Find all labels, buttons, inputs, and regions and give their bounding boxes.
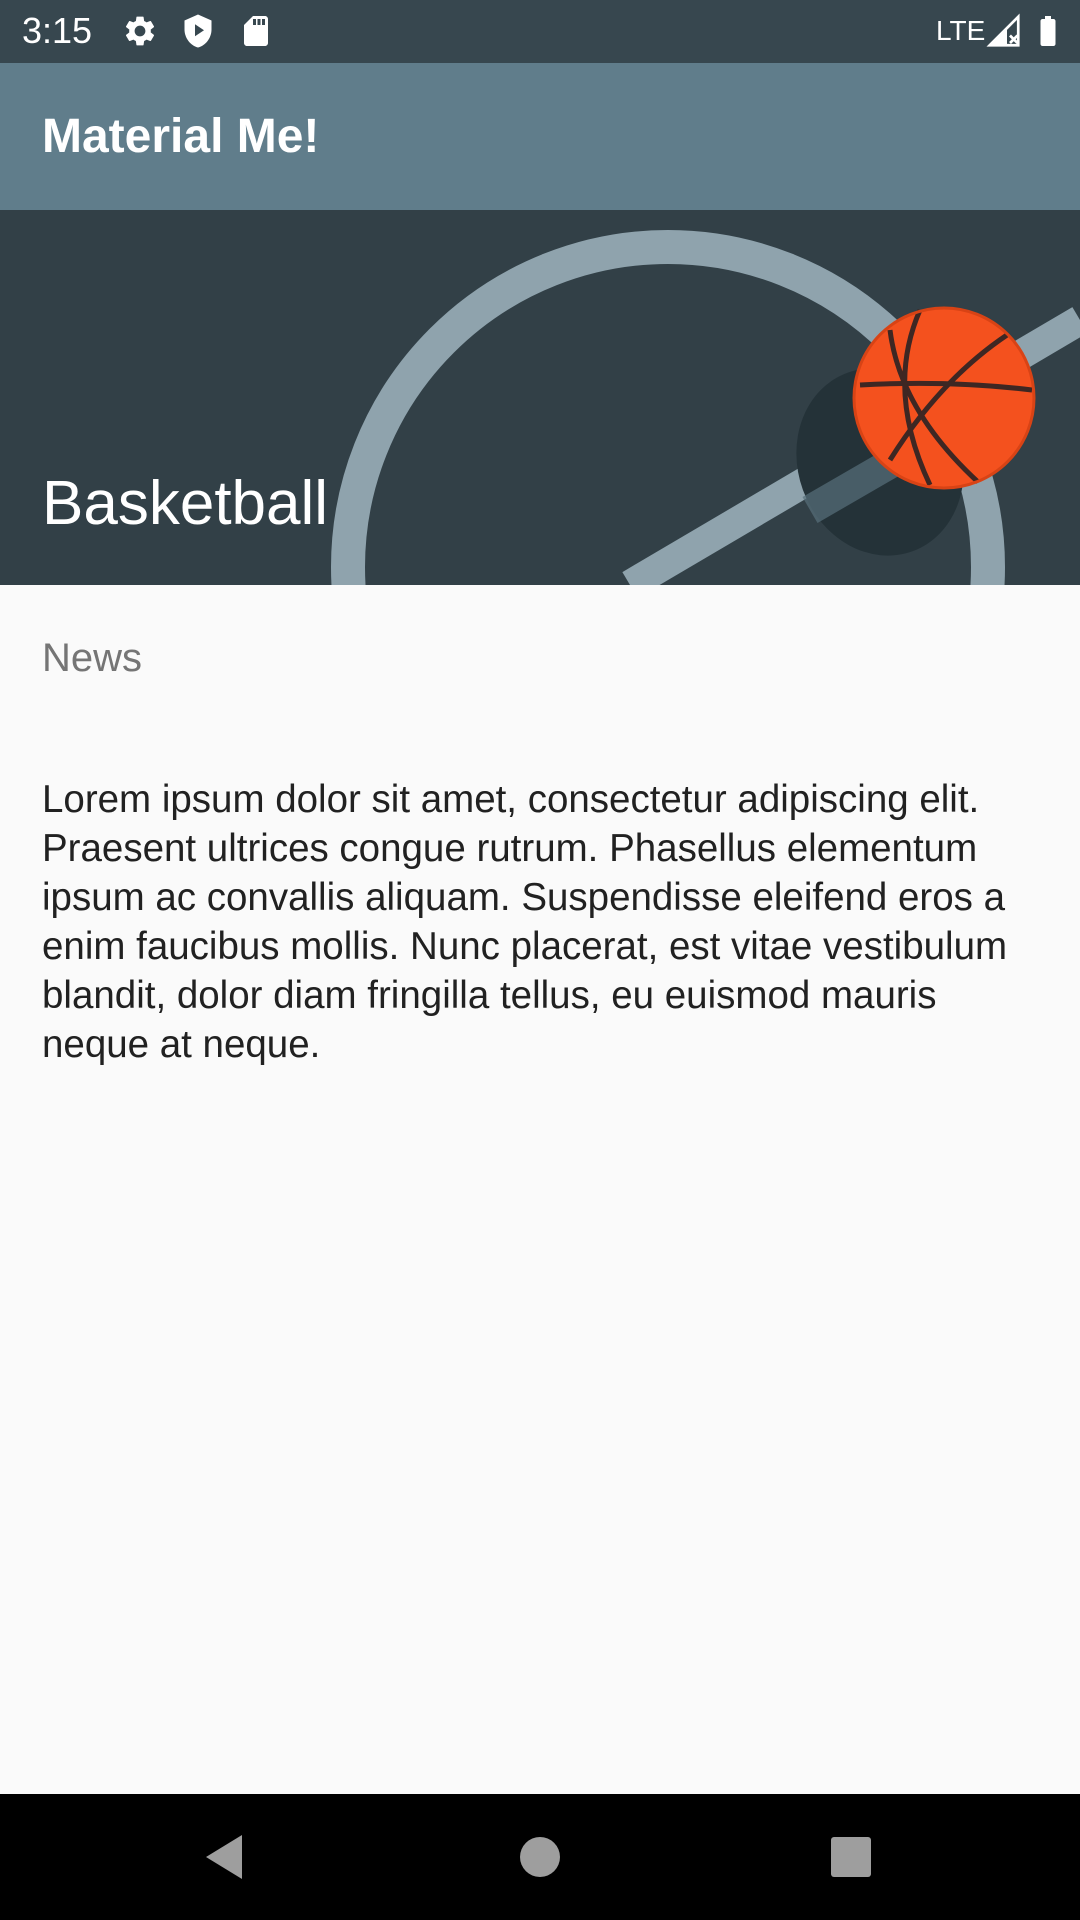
sd-card-icon [244,16,268,46]
card-body-text: Lorem ipsum dolor sit amet, consectetur … [42,778,1008,1066]
hero-image: Basketball [0,210,1080,585]
signal-icon [986,13,1020,47]
basketball-icon [852,306,1036,490]
back-icon[interactable] [196,1827,256,1887]
status-bar: 3:15 LTE [0,0,1080,63]
app-bar: Material Me! [0,63,1080,210]
navigation-bar [0,1794,1080,1920]
card-subtitle: News [42,636,143,680]
recents-icon[interactable] [821,1827,881,1887]
shield-play-icon [184,14,212,48]
gear-icon [125,16,155,46]
home-icon[interactable] [510,1827,570,1887]
status-time: 3:15 [22,10,93,51]
app-title: Material Me! [42,110,320,163]
network-type: LTE [936,15,986,46]
battery-icon [1040,16,1056,46]
card-title: Basketball [42,469,329,538]
